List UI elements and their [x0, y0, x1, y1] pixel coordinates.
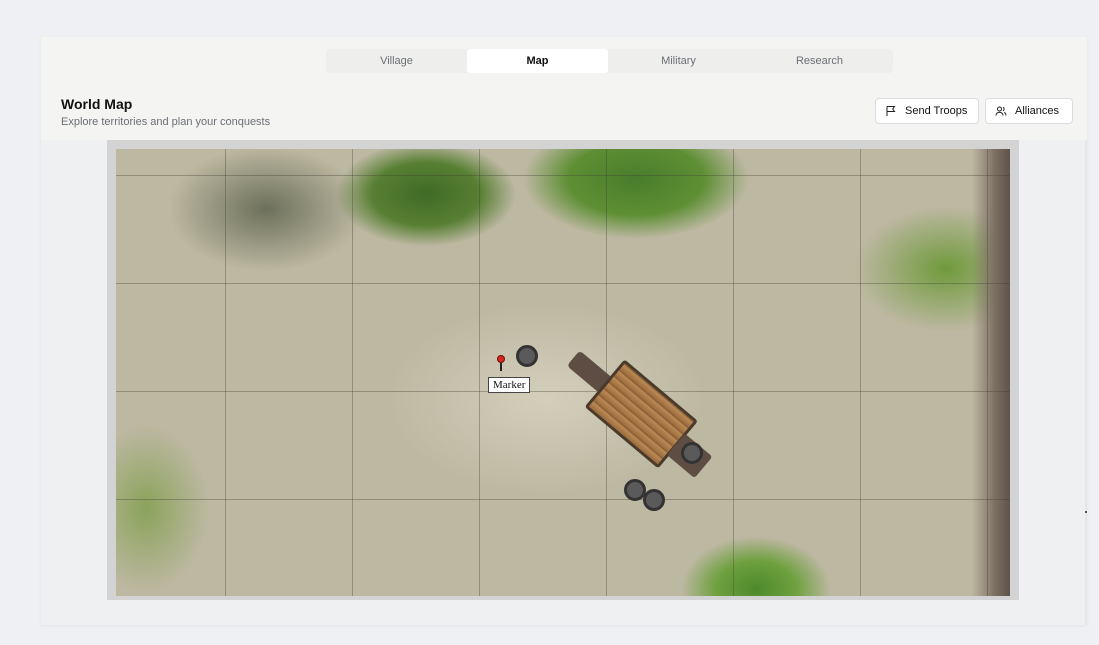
barrel [643, 489, 665, 511]
tab-research[interactable]: Research [749, 49, 890, 73]
page-title: World Map [61, 96, 133, 112]
game-panel: Village Map Military Research World Map … [41, 37, 1087, 625]
pin-head [497, 355, 505, 363]
pin-stick [500, 363, 502, 371]
scrollbar-thumb[interactable] [1085, 511, 1087, 513]
barrel [681, 442, 703, 464]
send-troops-label: Send Troops [905, 105, 968, 117]
scrollbar-track[interactable] [1085, 140, 1087, 625]
map-pin-icon[interactable] [497, 355, 505, 371]
flag-icon [886, 106, 896, 116]
marker-label[interactable]: Marker [488, 377, 531, 393]
alliances-button[interactable]: Alliances [985, 98, 1073, 124]
tab-map[interactable]: Map [467, 49, 608, 73]
alliances-label: Alliances [1015, 105, 1060, 117]
page-subtitle: Explore territories and plan your conque… [61, 116, 271, 128]
users-icon [995, 106, 1007, 116]
send-troops-button[interactable]: Send Troops [875, 98, 979, 124]
barrel [516, 345, 538, 367]
map-frame: Marker [107, 140, 1019, 600]
map-area: Marker [41, 140, 1087, 625]
tab-village[interactable]: Village [326, 49, 467, 73]
tab-bar: Village Map Military Research [326, 49, 893, 73]
world-map[interactable]: Marker [116, 149, 1010, 596]
tab-military[interactable]: Military [608, 49, 749, 73]
